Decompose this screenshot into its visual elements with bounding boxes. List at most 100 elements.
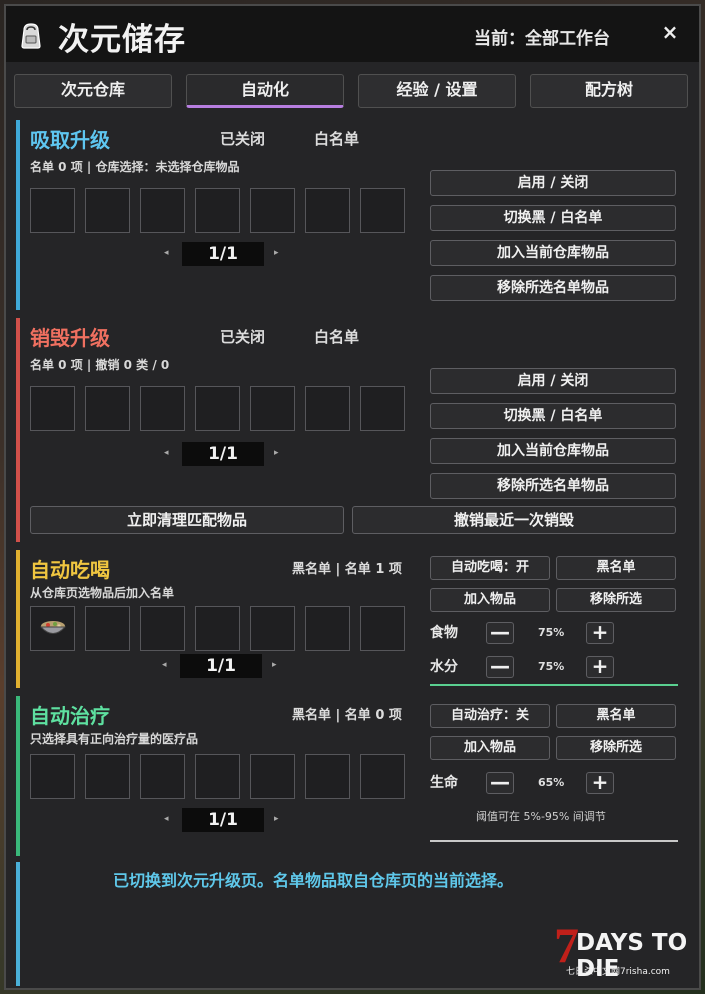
autoheal-add-button[interactable]: 加入物品 [430,736,550,760]
autoheal-toggle-button[interactable]: 自动治疗：关 [430,704,550,728]
absorb-slot[interactable] [195,188,240,233]
autoeat-mode-button[interactable]: 黑名单 [556,556,676,580]
autoeat-add-button[interactable]: 加入物品 [430,588,550,612]
tab-dimension-warehouse[interactable]: 次元仓库 [14,74,172,108]
prev-page-arrow-icon[interactable]: ◂ [164,448,169,458]
destroy-title: 销毁升级 [30,326,110,350]
next-page-arrow-icon[interactable]: ▸ [274,448,279,458]
destroy-mode: 白名单 [314,328,360,346]
absorb-slot[interactable] [360,188,405,233]
water-increase-button[interactable]: + [586,656,614,678]
autoeat-remove-button[interactable]: 移除所选 [556,588,676,612]
absorb-slot[interactable] [85,188,130,233]
section-accent-bar [16,120,20,310]
dimension-storage-window: 次元储存 当前：全部工作台 × 次元仓库 自动化 经验 / 设置 配方树 吸取升… [4,4,701,990]
prev-page-arrow-icon[interactable]: ◂ [162,660,167,670]
life-decrease-button[interactable]: — [486,772,514,794]
destroy-slot[interactable] [140,386,185,431]
destroy-summary: 名单 0 项 | 撤销 0 类 / 0 [30,358,170,372]
destroy-slot[interactable] [305,386,350,431]
absorb-slot[interactable] [30,188,75,233]
absorb-slot[interactable] [140,188,185,233]
food-label: 食物 [430,625,458,641]
prev-page-arrow-icon[interactable]: ◂ [164,814,169,824]
autoeat-slot[interactable] [305,606,350,651]
tab-recipe-tree[interactable]: 配方树 [530,74,688,108]
absorb-slot[interactable] [250,188,295,233]
autoheal-slot[interactable] [140,754,185,799]
current-workbench-label: 当前：全部工作台 [474,29,610,49]
destroy-toggle-button[interactable]: 启用 / 关闭 [430,368,676,394]
clear-matching-items-button[interactable]: 立即清理匹配物品 [30,506,344,534]
autoeat-status: 黑名单 | 名单 1 项 [292,562,402,577]
autoheal-slot[interactable] [250,754,295,799]
backpack-icon [21,23,41,49]
next-page-arrow-icon[interactable]: ▸ [274,814,279,824]
tab-automation[interactable]: 自动化 [186,74,344,108]
next-page-arrow-icon[interactable]: ▸ [272,660,277,670]
section-accent-bar [16,696,20,856]
close-button[interactable]: × [658,20,682,44]
autoheal-slot[interactable] [195,754,240,799]
autoeat-divider [430,684,678,686]
food-increase-button[interactable]: + [586,622,614,644]
destroy-upgrade-section: 销毁升级 已关闭 白名单 名单 0 项 | 撤销 0 类 / 0 ◂ 1/1 ▸… [16,318,698,542]
next-page-arrow-icon[interactable]: ▸ [274,248,279,258]
destroy-switch-list-button[interactable]: 切换黑 / 白名单 [430,403,676,429]
destroy-slot[interactable] [250,386,295,431]
section-accent-bar [16,550,20,688]
absorb-remove-items-button[interactable]: 移除所选名单物品 [430,275,676,301]
autoheal-page-indicator: 1/1 [182,808,264,832]
site-text: 七日杀中文网7risha.com [566,967,670,977]
autoheal-status: 黑名单 | 名单 0 项 [292,708,402,723]
destroy-add-items-button[interactable]: 加入当前仓库物品 [430,438,676,464]
absorb-toggle-button[interactable]: 启用 / 关闭 [430,170,676,196]
section-accent-bar [16,862,20,986]
autoheal-title: 自动治疗 [30,704,110,728]
prev-page-arrow-icon[interactable]: ◂ [164,248,169,258]
destroy-slot[interactable] [85,386,130,431]
autoheal-slot[interactable] [30,754,75,799]
water-threshold-value: 75% [538,660,565,673]
autoheal-mode-button[interactable]: 黑名单 [556,704,676,728]
autoeat-title: 自动吃喝 [30,558,110,582]
auto-eat-section: 自动吃喝 黑名单 | 名单 1 项 从仓库页选物品后加入名单 ◂ 1/1 ▸ 自… [16,550,698,688]
absorb-upgrade-section: 吸取升级 已关闭 白名单 名单 0 项 | 仓库选择：未选择仓库物品 ◂ 1/1… [16,120,698,310]
autoeat-slot[interactable] [85,606,130,651]
absorb-summary: 名单 0 项 | 仓库选择：未选择仓库物品 [30,160,240,174]
auto-heal-section: 自动治疗 黑名单 | 名单 0 项 只选择具有正向治疗量的医疗品 ◂ 1/1 ▸… [16,696,698,856]
absorb-title: 吸取升级 [30,128,110,152]
water-decrease-button[interactable]: — [486,656,514,678]
autoeat-slot[interactable] [250,606,295,651]
tab-experience-settings[interactable]: 经验 / 设置 [358,74,516,108]
undo-last-destroy-button[interactable]: 撤销最近一次销毁 [352,506,676,534]
absorb-switch-list-button[interactable]: 切换黑 / 白名单 [430,205,676,231]
autoeat-slot[interactable] [140,606,185,651]
title-bar: 次元储存 当前：全部工作台 × [6,6,699,62]
destroy-slot[interactable] [360,386,405,431]
autoheal-remove-button[interactable]: 移除所选 [556,736,676,760]
autoheal-slot[interactable] [305,754,350,799]
autoheal-slot[interactable] [360,754,405,799]
life-threshold-value: 65% [538,776,565,789]
autoeat-toggle-button[interactable]: 自动吃喝：开 [430,556,550,580]
food-decrease-button[interactable]: — [486,622,514,644]
absorb-state: 已关闭 [220,130,266,148]
destroy-state: 已关闭 [220,328,266,346]
section-accent-bar [16,318,20,542]
game-logo-watermark: 7 DAYS TO DIE 七日杀中文网7risha.com [554,917,700,984]
destroy-remove-items-button[interactable]: 移除所选名单物品 [430,473,676,499]
autoeat-slot[interactable] [195,606,240,651]
autoheal-hint: 只选择具有正向治疗量的医疗品 [30,732,199,746]
absorb-add-items-button[interactable]: 加入当前仓库物品 [430,240,676,266]
life-label: 生命 [430,775,458,791]
destroy-slot[interactable] [195,386,240,431]
absorb-slot[interactable] [305,188,350,233]
autoeat-slot[interactable] [360,606,405,651]
life-increase-button[interactable]: + [586,772,614,794]
absorb-mode: 白名单 [314,130,360,148]
autoheal-slot[interactable] [85,754,130,799]
destroy-page-indicator: 1/1 [182,442,264,466]
autoeat-slot-filled[interactable] [30,606,75,651]
destroy-slot[interactable] [30,386,75,431]
